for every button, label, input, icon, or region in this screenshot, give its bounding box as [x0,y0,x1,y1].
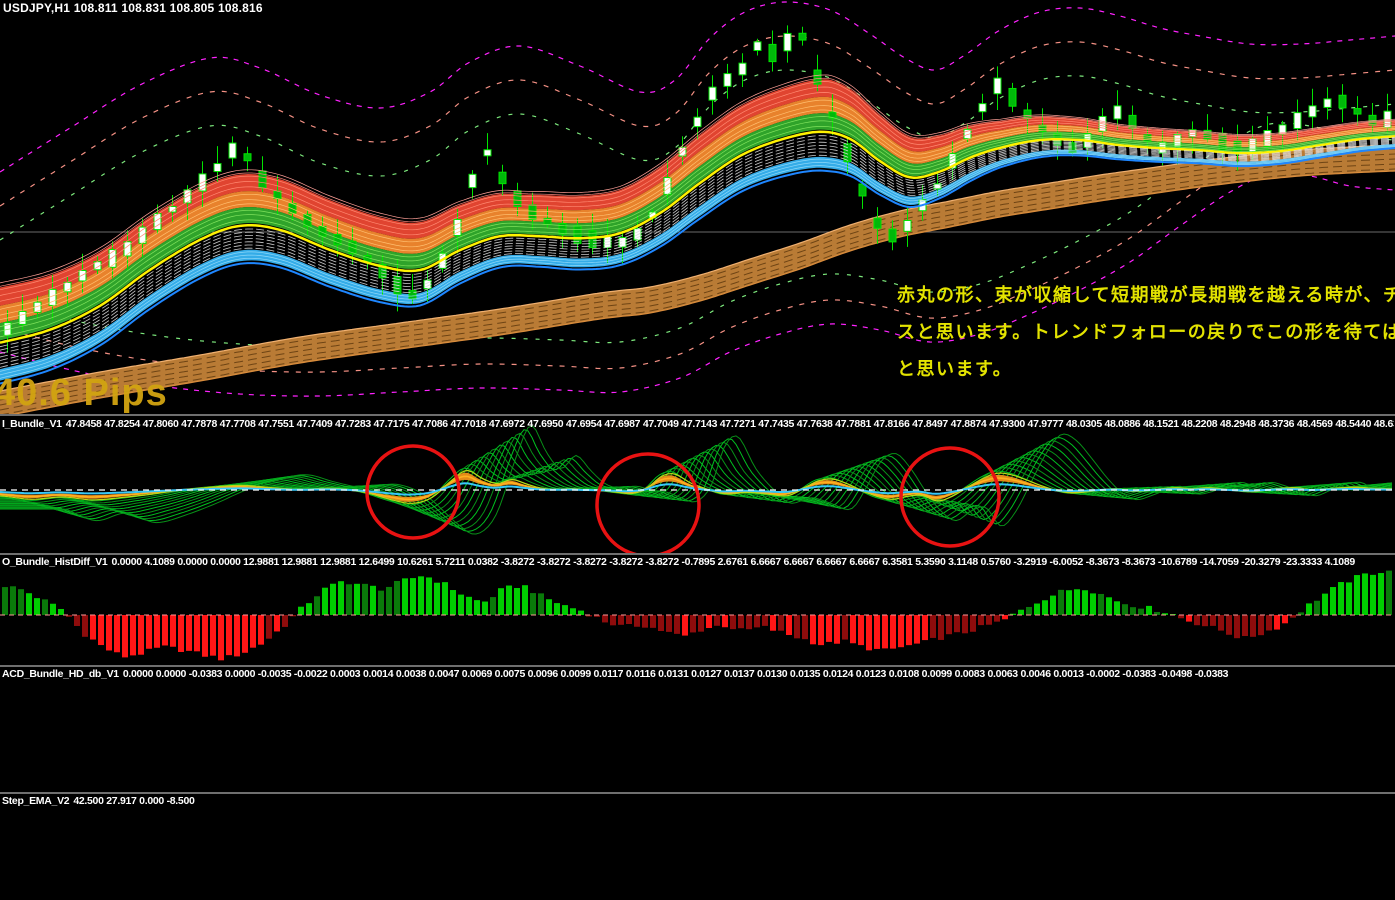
note-line: と思います。 [897,359,1013,379]
indicator-values: 47.8458 47.8254 47.8060 47.7878 47.7708 … [65,418,1394,430]
panel-separator[interactable] [0,792,1395,794]
indicator-label-histdiff-bundle: O_Bundle_HistDiff_V1 0.0000 4.1089 0.0000… [2,556,1394,568]
pips-annotation: 40.6 Pips [0,372,168,414]
indicator-values: 42.500 27.917 0.000 -8.500 [73,795,195,807]
chart-annotation-note: 赤丸の形、束が収縮して短期戦が長期戦を越える時が、チャン スと思います。トレンド… [897,277,1395,388]
indicator-name: I_Bundle_V1 [2,418,62,430]
indicator-label-macd-bundle: ACD_Bundle_HD_db_V1 0.0000 0.0000 -0.0383… [2,668,1394,680]
mt4-chart-window: USDJPY,H1 108.811 108.831 108.805 108.81… [0,0,1395,900]
indicator-name: Step_EMA_V2 [2,795,70,807]
indicator-label-rsi-bundle: I_Bundle_V1 47.8458 47.8254 47.8060 47.78… [2,418,1394,430]
indicator-values: 0.0000 4.1089 0.0000 0.0000 12.9881 12.9… [111,556,1355,568]
indicator-label-step-ema: Step_EMA_V2 42.500 27.917 0.000 -8.500 [2,795,1394,807]
note-line: スと思います。トレンドフォローの戻りでこの形を待てばよい [897,322,1395,342]
panel-separator[interactable] [0,553,1395,555]
panel-separator[interactable] [0,665,1395,667]
indicator-values: 0.0000 0.0000 -0.0383 0.0000 -0.0035 -0.… [122,668,1229,680]
chart-canvas[interactable] [0,0,1395,900]
symbol-ohlc-title: USDJPY,H1 108.811 108.831 108.805 108.81… [3,1,263,15]
rsi-bundle-panel-layer [0,424,1395,553]
histdiff-panel-layer [0,570,1395,661]
note-line: 赤丸の形、束が収縮して短期戦が長期戦を越える時が、チャン [897,285,1395,305]
indicator-name: O_Bundle_HistDiff_V1 [2,556,108,568]
panel-separator[interactable] [0,414,1395,416]
indicator-name: ACD_Bundle_HD_db_V1 [2,668,119,680]
